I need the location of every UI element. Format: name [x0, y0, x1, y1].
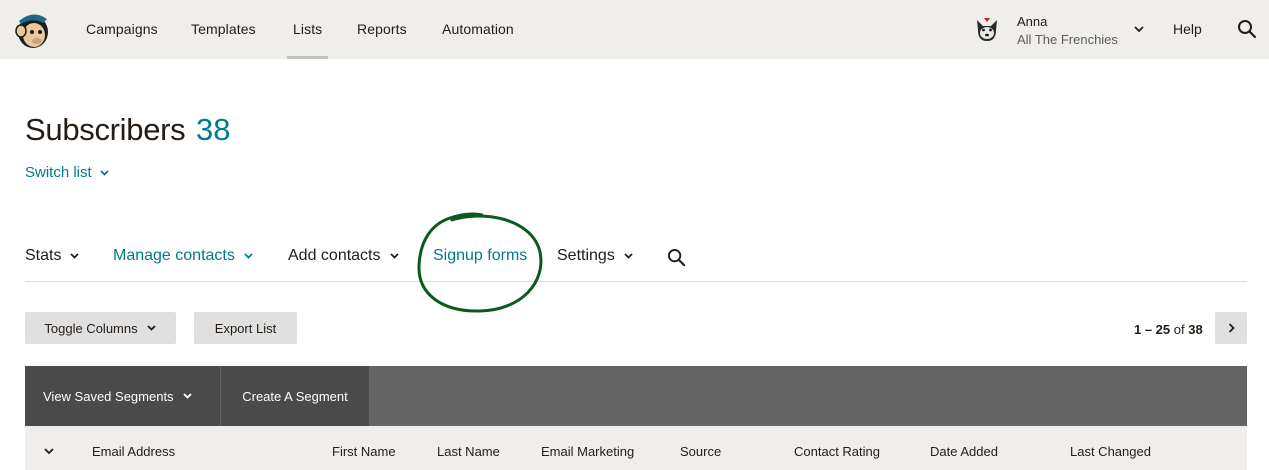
- column-header-contact-rating[interactable]: Contact Rating: [794, 444, 880, 459]
- chevron-down-icon: [182, 393, 192, 399]
- switch-list-label: Switch list: [25, 164, 92, 181]
- page-title: Subscribers: [25, 112, 186, 147]
- next-page-button[interactable]: [1215, 312, 1247, 344]
- pagination-info: 1 – 25 of 38: [1134, 322, 1203, 337]
- subnav-stats[interactable]: Stats: [25, 247, 80, 265]
- subnav-manage-contacts[interactable]: Manage contacts: [113, 247, 254, 265]
- help-link[interactable]: Help: [1173, 0, 1202, 59]
- subscriber-count: 38: [196, 112, 231, 147]
- nav-automation[interactable]: Automation: [442, 0, 514, 59]
- chevron-down-icon: [244, 253, 253, 259]
- search-icon[interactable]: [1237, 19, 1257, 39]
- column-header-date-added[interactable]: Date Added: [930, 444, 998, 459]
- chevron-down-icon[interactable]: [1133, 24, 1145, 34]
- export-list-button[interactable]: Export List: [194, 312, 297, 344]
- subnav-signup-forms[interactable]: Signup forms: [433, 247, 527, 265]
- toggle-columns-label: Toggle Columns: [44, 320, 138, 336]
- chevron-down-icon: [624, 253, 633, 259]
- column-header-last-changed[interactable]: Last Changed: [1070, 444, 1151, 459]
- nav-campaigns[interactable]: Campaigns: [86, 0, 158, 59]
- pagination-of: of: [1173, 322, 1185, 337]
- subnav-settings[interactable]: Settings: [557, 247, 634, 265]
- subnav-stats-label: Stats: [25, 247, 62, 264]
- column-header-email-marketing[interactable]: Email Marketing: [541, 444, 634, 459]
- column-header-first-name[interactable]: First Name: [332, 444, 396, 459]
- view-saved-segments-label: View Saved Segments: [43, 388, 174, 404]
- column-header-email[interactable]: Email Address: [92, 444, 175, 459]
- chevron-down-icon[interactable]: [43, 447, 55, 456]
- column-header-last-name[interactable]: Last Name: [437, 444, 500, 459]
- account-org[interactable]: All The Frenchies: [1017, 32, 1118, 47]
- create-segment-label: Create A Segment: [242, 388, 348, 404]
- toggle-columns-button[interactable]: Toggle Columns: [25, 312, 176, 344]
- nav-reports[interactable]: Reports: [357, 0, 407, 59]
- subnav-signup-forms-label: Signup forms: [433, 247, 528, 264]
- chevron-right-icon: [1228, 323, 1235, 333]
- subnav-divider: [25, 281, 1247, 282]
- view-saved-segments-button[interactable]: View Saved Segments: [25, 366, 220, 426]
- top-nav: Campaigns Templates Lists Reports Automa…: [0, 0, 1269, 59]
- chevron-down-icon: [146, 325, 156, 331]
- switch-list-dropdown[interactable]: Switch list: [25, 164, 110, 181]
- chevron-down-icon: [100, 169, 109, 176]
- segment-bar: View Saved Segments Create A Segment: [25, 366, 1247, 426]
- chevron-down-icon: [389, 253, 399, 259]
- subnav-settings-label: Settings: [557, 247, 615, 264]
- nav-templates[interactable]: Templates: [191, 0, 256, 59]
- subnav-add-contacts[interactable]: Add contacts: [288, 247, 400, 265]
- pagination-range: 1 – 25: [1134, 322, 1171, 337]
- account-name[interactable]: Anna: [1017, 14, 1047, 29]
- search-icon[interactable]: [667, 248, 686, 267]
- avatar[interactable]: [973, 16, 1001, 44]
- create-segment-button[interactable]: Create A Segment: [221, 366, 369, 426]
- export-list-label: Export List: [214, 320, 277, 336]
- pagination-total: 38: [1188, 322, 1203, 337]
- mailchimp-logo-icon[interactable]: [13, 9, 53, 51]
- column-header-source[interactable]: Source: [680, 444, 721, 459]
- subnav-manage-contacts-label: Manage contacts: [113, 247, 235, 264]
- subnav-add-contacts-label: Add contacts: [288, 247, 381, 264]
- chevron-down-icon: [70, 253, 80, 259]
- nav-lists[interactable]: Lists: [286, 0, 329, 59]
- table-header: Email Address First Name Last Name Email…: [25, 426, 1247, 470]
